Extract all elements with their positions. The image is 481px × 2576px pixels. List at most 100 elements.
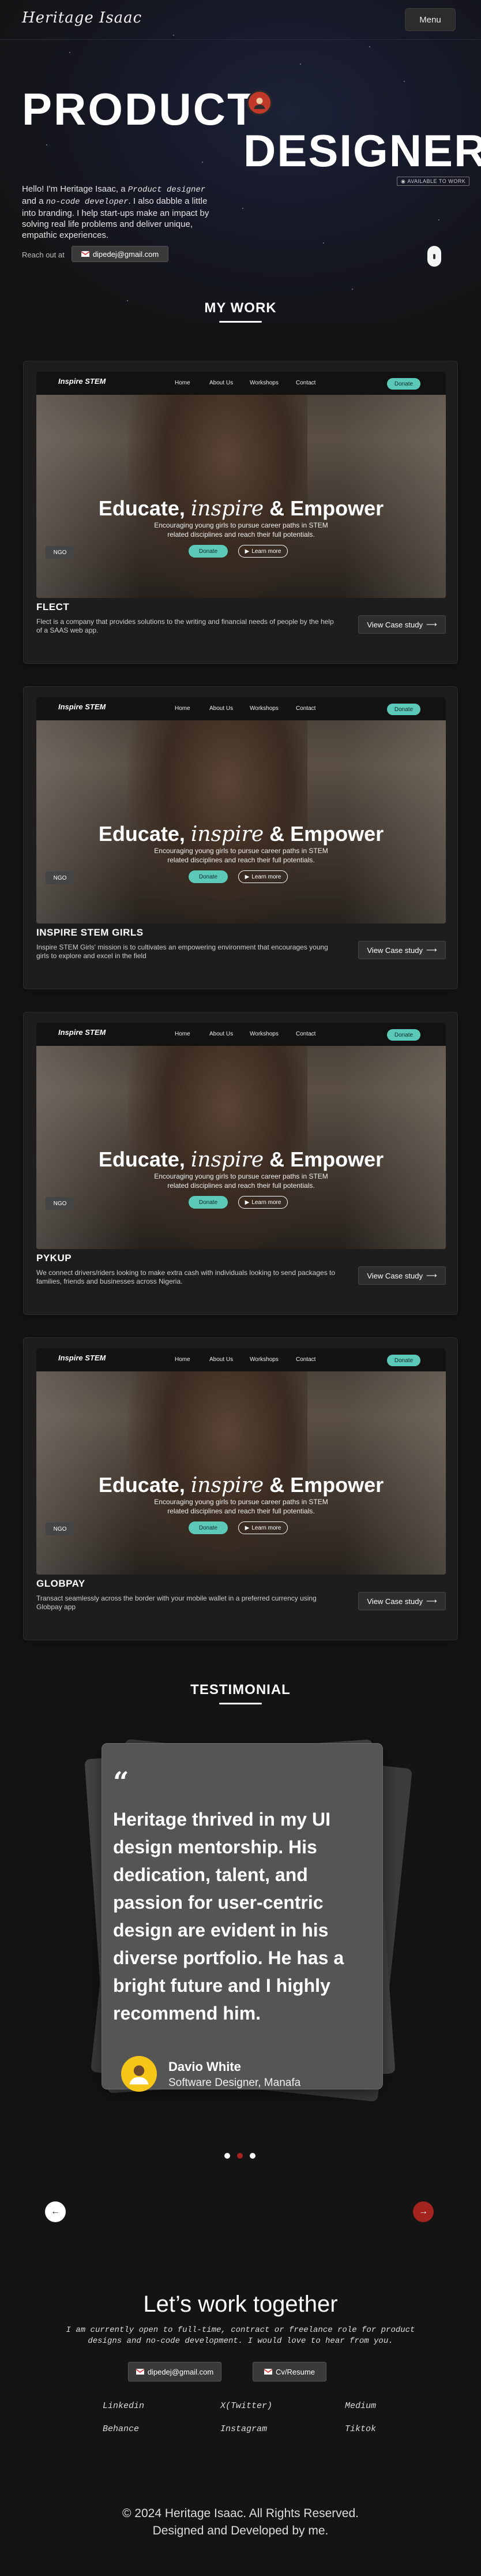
social-link-medium[interactable]: Medium — [345, 2401, 376, 2411]
preview-nav-link: Contact — [296, 705, 316, 712]
hero-avatar — [247, 90, 272, 115]
carousel-prev-button[interactable]: ← — [45, 2201, 66, 2222]
project-screenshot[interactable]: Inspire STEM Home About Us Workshops Contac… — [36, 1348, 446, 1575]
eye-icon: ◉ — [401, 178, 406, 184]
project-name: PYKUP — [36, 1253, 72, 1263]
preview-donate-button: Donate — [387, 378, 420, 390]
preview-donate-button: Donate — [387, 1355, 420, 1366]
cta-email-button[interactable]: dipedej@gmail.com — [128, 2362, 221, 2381]
preview-subline: Encouraging young girls to pursue career… — [154, 847, 328, 864]
project-description: Inspire STEM Girls' mission is to cultiv… — [36, 943, 328, 960]
carousel-dot[interactable] — [224, 2153, 230, 2159]
view-case-study-button[interactable]: View Case study ⟶ — [358, 1266, 446, 1285]
project-name: GLOBPAY — [36, 1578, 85, 1589]
preview-donate-button: Donate — [387, 704, 420, 715]
social-link-instagram[interactable]: Instagram — [220, 2424, 267, 2434]
preview-learn-more: ▶ Learn more — [238, 1521, 288, 1534]
preview-headline: Educate, inspire & Empower — [98, 496, 384, 521]
preview-donate-cta: Donate — [189, 1196, 228, 1209]
social-link-linkedin[interactable]: Linkedin — [103, 2401, 144, 2411]
project-card: Inspire STEM Home About Us Workshops Contac… — [23, 1012, 458, 1315]
gmail-icon — [264, 2369, 273, 2375]
preview-nav-link: Workshops — [250, 1031, 279, 1037]
play-icon: ▶ — [245, 1524, 250, 1531]
project-name: FLECT — [36, 601, 70, 612]
social-link-tiktok[interactable]: Tiktok — [345, 2424, 376, 2434]
social-links: Linkedin X(Twitter) Medium Behance Insta… — [87, 2401, 392, 2447]
preview-headline: Educate, inspire & Empower — [98, 822, 384, 846]
my-work-underline — [219, 321, 262, 323]
preview-nav-link: Home — [175, 705, 190, 712]
site-logo[interactable]: Heritage Isaac — [22, 9, 142, 27]
play-icon: ▶ — [245, 1199, 250, 1206]
arrow-right-icon: ⟶ — [426, 945, 437, 954]
preview-nav-link: Contact — [296, 1356, 316, 1363]
quote-mark-icon: “ — [113, 1766, 129, 1799]
social-link-behance[interactable]: Behance — [103, 2424, 139, 2434]
preview-logo: Inspire STEM — [58, 1028, 106, 1037]
project-screenshot[interactable]: Inspire STEM Home About Us Workshops Contac… — [36, 1023, 446, 1249]
project-card: Inspire STEM Home About Us Workshops Contac… — [23, 686, 458, 989]
preview-nav-link: Home — [175, 380, 190, 386]
preview-learn-more: ▶ Learn more — [238, 1196, 288, 1209]
view-case-study-button[interactable]: View Case study ⟶ — [358, 615, 446, 634]
preview-ngo-badge: NGO — [46, 1523, 74, 1535]
testimonial-underline — [219, 1703, 262, 1704]
view-case-study-button[interactable]: View Case study ⟶ — [358, 1592, 446, 1610]
preview-nav-link: About Us — [209, 705, 234, 712]
preview-nav-link: Workshops — [250, 705, 279, 712]
social-link-twitter[interactable]: X(Twitter) — [220, 2401, 272, 2411]
preview-logo: Inspire STEM — [58, 1354, 106, 1362]
preview-logo: Inspire STEM — [58, 377, 106, 386]
project-name: INSPIRE STEM GIRLS — [36, 927, 144, 938]
arrow-right-icon: ⟶ — [426, 1597, 437, 1605]
preview-learn-more: ▶ Learn more — [238, 870, 288, 883]
cv-resume-button[interactable]: Cv/Resume — [253, 2362, 326, 2381]
arrow-right-icon: ⟶ — [426, 1271, 437, 1280]
scroll-indicator[interactable] — [427, 246, 441, 267]
preview-nav-link: Contact — [296, 1031, 316, 1037]
hero-email-button[interactable]: dipedej@gmail.com — [72, 246, 168, 262]
preview-subline: Encouraging young girls to pursue career… — [154, 1172, 328, 1190]
preview-nav-link: About Us — [209, 380, 234, 386]
cta-title: Let’s work together — [143, 2291, 338, 2317]
project-card: Inspire STEM Home About Us Workshops Contac… — [23, 361, 458, 664]
reach-out-label: Reach out at — [22, 251, 65, 259]
hero-title-designer: DESIGNER — [243, 125, 481, 176]
project-description: Flect is a company that provides solutio… — [36, 618, 334, 634]
preview-nav-link: About Us — [209, 1031, 234, 1037]
preview-subline: Encouraging young girls to pursue career… — [154, 1498, 328, 1515]
menu-button[interactable]: Menu — [405, 8, 456, 31]
project-screenshot[interactable]: Inspire STEM Home About Us Workshops Contac… — [36, 697, 446, 924]
preview-nav-link: Contact — [296, 380, 316, 386]
testimonial-role: Software Designer, Manafa — [168, 2077, 301, 2089]
project-description: We connect drivers/riders looking to mak… — [36, 1269, 336, 1285]
view-case-study-button[interactable]: View Case study ⟶ — [358, 941, 446, 959]
testimonial-avatar — [121, 2056, 157, 2092]
carousel-dot-active[interactable] — [237, 2153, 243, 2159]
carousel-dot[interactable] — [250, 2153, 255, 2159]
preview-nav-link: Workshops — [250, 380, 279, 386]
arrow-right-icon: → — [419, 2207, 428, 2216]
carousel-next-button[interactable]: → — [413, 2201, 434, 2222]
preview-nav-link: Home — [175, 1031, 190, 1037]
preview-donate-button: Donate — [387, 1029, 420, 1041]
testimonial-name: Davio White — [168, 2059, 241, 2074]
play-icon: ▶ — [245, 548, 250, 555]
header-divider — [0, 39, 481, 40]
preview-logo: Inspire STEM — [58, 702, 106, 711]
preview-donate-cta: Donate — [189, 545, 228, 558]
available-badge: ◉ AVAILABLE TO WORK — [397, 177, 470, 186]
project-screenshot[interactable]: Inspire STEM Home About Us Workshops Contac… — [36, 372, 446, 598]
preview-nav-link: About Us — [209, 1356, 234, 1363]
arrow-right-icon: ⟶ — [426, 620, 437, 629]
preview-donate-cta: Donate — [189, 870, 228, 883]
copyright-line: © 2024 Heritage Isaac. All Rights Reserv… — [122, 2507, 359, 2520]
person-icon — [129, 2065, 149, 2085]
preview-headline: Educate, inspire & Empower — [98, 1147, 384, 1172]
preview-ngo-badge: NGO — [46, 1197, 74, 1210]
scroll-dot-icon — [433, 253, 435, 259]
hero-title-product: PRODUCT — [22, 84, 257, 134]
preview-ngo-badge: NGO — [46, 546, 74, 559]
testimonial-quote: Heritage thrived in my UI design mentors… — [113, 1809, 344, 2024]
